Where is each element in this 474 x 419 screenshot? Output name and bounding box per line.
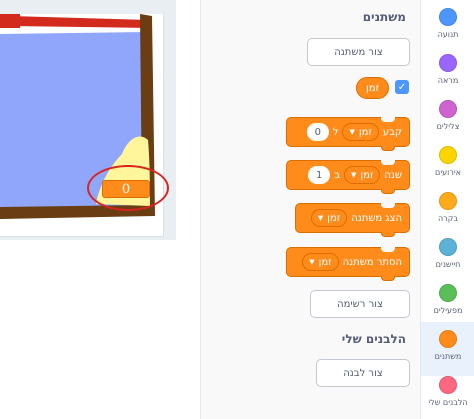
motion-category-icon: [439, 8, 457, 26]
variable-dropdown[interactable]: זמן ▼: [344, 166, 381, 184]
check-icon: ✓: [397, 81, 407, 93]
category-menu: תנועה מראה צלילים אירועים בקרה חיישנים מ…: [420, 0, 474, 419]
value-input[interactable]: 0: [306, 123, 329, 141]
block-label: ב: [334, 169, 340, 181]
looks-category-icon: [439, 54, 457, 72]
hide-variable-block[interactable]: הסתר משתנה זמן ▼: [286, 247, 410, 281]
block-label: שנה: [384, 169, 402, 181]
variable-dropdown[interactable]: זמן ▼: [310, 209, 348, 227]
category-my-blocks[interactable]: הלבנים שלי: [421, 368, 474, 419]
highlight-circle: [87, 165, 169, 211]
sensing-category-icon: [439, 238, 457, 256]
make-list-button[interactable]: צור רשימה: [310, 290, 410, 318]
variable-dropdown[interactable]: זמן ▼: [302, 253, 339, 271]
my-blocks-section-title: הלבנים שלי: [341, 332, 406, 346]
sound-category-icon: [439, 100, 457, 118]
variables-section-title: משתנים: [362, 10, 406, 24]
block-label: הסתר משתנה: [342, 256, 402, 268]
set-variable-block[interactable]: קבע זמן ▼ ל 0: [286, 117, 410, 151]
operators-category-icon: [439, 284, 457, 302]
caret-down-icon: ▼: [317, 214, 324, 222]
caret-down-icon: ▼: [351, 171, 357, 179]
my-blocks-category-icon: [439, 376, 457, 394]
caret-down-icon: ▼: [309, 258, 315, 266]
change-variable-block[interactable]: שנה זמן ▼ ב 1: [286, 160, 410, 194]
variable-reporter[interactable]: זמן: [356, 77, 389, 99]
variable-dropdown[interactable]: זמן ▼: [342, 123, 379, 141]
stage-divider: [0, 236, 164, 237]
events-category-icon: [439, 146, 457, 164]
show-variable-block[interactable]: הצג משתנה זמן ▼: [295, 203, 410, 237]
caret-down-icon: ▼: [349, 128, 355, 136]
variable-checkbox[interactable]: ✓: [395, 80, 409, 94]
block-label: קבע: [382, 126, 402, 138]
control-category-icon: [439, 192, 457, 210]
make-variable-button[interactable]: צור משתנה: [307, 38, 410, 66]
value-input[interactable]: 1: [308, 166, 331, 184]
sprite-pane: [0, 240, 164, 419]
make-block-button[interactable]: צור לבנה: [316, 359, 410, 387]
stage-area: 0: [0, 0, 200, 419]
variables-category-icon: [439, 330, 457, 348]
block-label: הצג משתנה: [351, 212, 402, 224]
block-label: ל: [332, 126, 339, 138]
